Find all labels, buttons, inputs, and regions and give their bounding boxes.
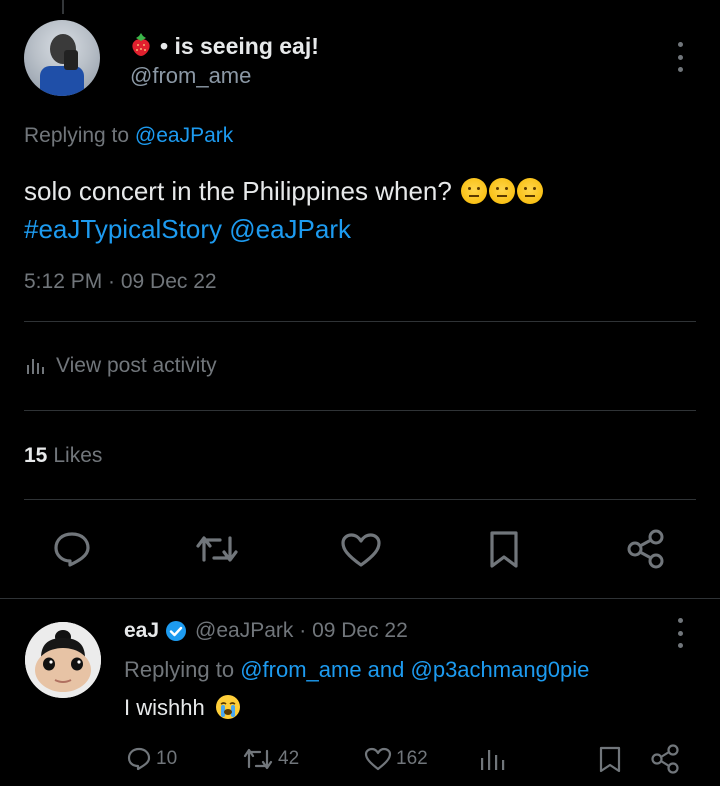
post-text-body: solo concert in the Philippines when? bbox=[24, 176, 452, 206]
replying-to: Replying to @eaJPark bbox=[24, 124, 233, 148]
reply-reposts[interactable]: 42 bbox=[242, 746, 299, 772]
likes-count[interactable]: 15 Likes bbox=[24, 444, 102, 468]
divider bbox=[24, 499, 696, 500]
reply-avatar[interactable] bbox=[25, 622, 101, 698]
emoji-icon bbox=[489, 178, 516, 204]
post-text: solo concert in the Philippines when? #e… bbox=[24, 172, 684, 248]
emoji-icon bbox=[517, 178, 544, 204]
share-icon[interactable] bbox=[650, 744, 680, 774]
repost-icon bbox=[243, 748, 273, 770]
post-timestamp[interactable]: 5:12 PM · 09 Dec 22 bbox=[24, 270, 217, 294]
view-activity-link[interactable]: View post activity bbox=[24, 354, 217, 378]
repost-icon[interactable] bbox=[194, 532, 240, 566]
verified-icon bbox=[166, 621, 187, 641]
emoji-icon bbox=[461, 178, 488, 204]
reply-replies[interactable]: 10 bbox=[126, 746, 177, 772]
mention-link[interactable]: @eaJPark bbox=[229, 214, 351, 244]
crying-emoji-icon bbox=[215, 695, 240, 719]
share-icon[interactable] bbox=[626, 528, 666, 570]
bookmark-icon[interactable] bbox=[488, 530, 520, 570]
reply-replying-to: Replying to @from_ame and @p3achmang0pie bbox=[124, 657, 589, 683]
reply-author-name: eaJ bbox=[124, 619, 160, 642]
likes-label: Likes bbox=[53, 444, 103, 467]
strawberry-icon bbox=[132, 33, 150, 56]
reply-icon[interactable] bbox=[52, 530, 92, 568]
reply-author[interactable]: eaJ @eaJPark · 09 Dec 22 bbox=[124, 619, 408, 643]
thread-line bbox=[62, 0, 64, 14]
reply-replying-prefix: Replying to bbox=[124, 657, 241, 682]
chart-icon bbox=[27, 359, 44, 374]
author-handle[interactable]: @from_ame bbox=[130, 63, 251, 89]
reply-likes-count: 162 bbox=[396, 748, 428, 769]
like-icon bbox=[364, 747, 392, 771]
likes-number: 15 bbox=[24, 444, 48, 467]
reply-handle-time: @eaJPark · 09 Dec 22 bbox=[195, 619, 408, 642]
divider bbox=[24, 410, 696, 411]
reply-icon bbox=[127, 747, 151, 771]
author-name-text: • is seeing eaj! bbox=[160, 33, 319, 59]
reply-replies-count: 10 bbox=[156, 748, 178, 769]
reply-mention-1[interactable]: @from_ame bbox=[240, 657, 361, 682]
reply-text: I wishhh bbox=[124, 694, 241, 721]
view-activity-label: View post activity bbox=[56, 354, 217, 377]
reply-reposts-count: 42 bbox=[278, 748, 300, 769]
reply-more-icon[interactable] bbox=[676, 618, 684, 648]
reply-mention-2[interactable]: @p3achmang0pie bbox=[411, 657, 590, 682]
reply-likes[interactable]: 162 bbox=[364, 746, 428, 772]
section-divider bbox=[0, 598, 720, 599]
replying-prefix: Replying to bbox=[24, 124, 135, 147]
like-icon[interactable] bbox=[340, 532, 382, 568]
replying-to-link[interactable]: @eaJPark bbox=[135, 124, 233, 147]
reply-and: and bbox=[361, 657, 411, 682]
author-name[interactable]: • is seeing eaj! bbox=[130, 33, 319, 60]
divider bbox=[24, 321, 696, 322]
more-icon[interactable] bbox=[676, 42, 684, 72]
chart-icon[interactable] bbox=[478, 746, 506, 772]
reply-text-body: I wishhh bbox=[124, 695, 205, 720]
bookmark-icon[interactable] bbox=[598, 746, 622, 774]
avatar[interactable] bbox=[24, 20, 100, 96]
hashtag-link[interactable]: #eaJTypicalStory bbox=[24, 214, 222, 244]
